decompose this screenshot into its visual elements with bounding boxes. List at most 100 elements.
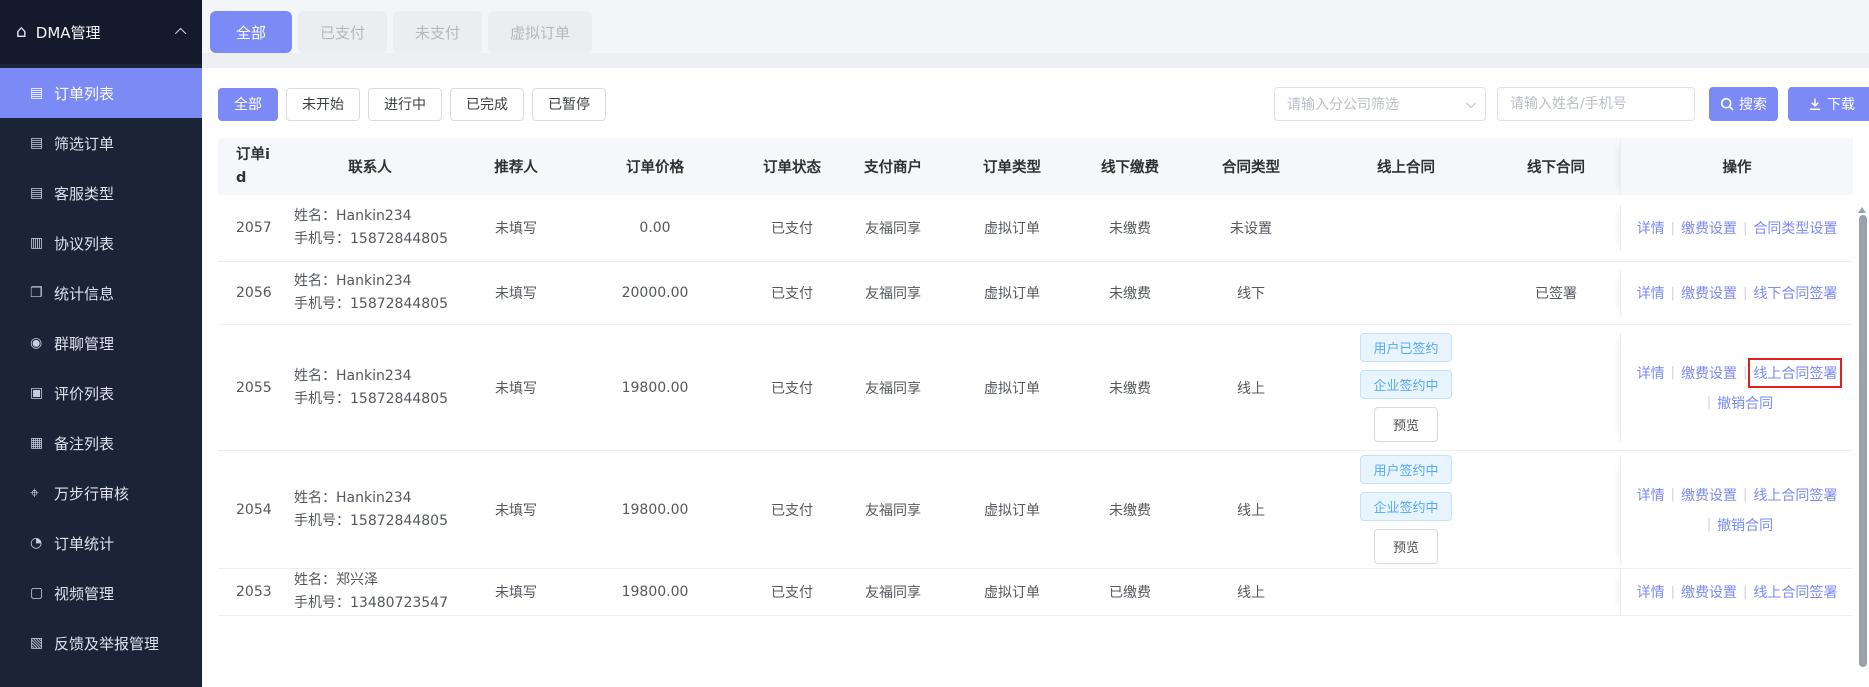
sidebar-item[interactable]: 视频管理: [0, 568, 202, 618]
sidebar-item-icon: [30, 186, 54, 200]
tab[interactable]: 未支付: [393, 11, 483, 53]
content-panel: 全部 未开始 进行中 已完成 已暂停 请输入分公司筛选 搜索: [202, 68, 1869, 687]
sidebar-item-label: 协议列表: [54, 234, 115, 253]
contact-name: 姓名：Hankin234: [294, 367, 412, 384]
sidebar-item[interactable]: 统计信息: [0, 268, 202, 318]
preview-button[interactable]: 预览: [1373, 529, 1438, 564]
chevron-down-icon: [1465, 97, 1476, 108]
cell-referrer: 未填写: [495, 585, 537, 601]
sidebar-item-label: 反馈及举报管理: [54, 634, 160, 653]
filter-button[interactable]: 已完成: [450, 87, 524, 121]
sidebar-menu: 订单列表 筛选订单 客服类型 协议列表 统计信息: [0, 64, 202, 687]
main-content: 全部 已支付 未支付 虚拟订单 全部 未开始 进行中 已完成 已暂停 请输入分公…: [202, 0, 1869, 687]
cell-order-type: 虚拟订单: [984, 585, 1040, 601]
cell-actions: 详情 | 缴费设置 |: [1633, 283, 1842, 303]
cell-offline-pay: 未缴费: [1109, 502, 1151, 519]
sidebar-item[interactable]: 群聊管理: [0, 318, 202, 368]
action-separator: |: [1670, 584, 1675, 600]
sidebar-item[interactable]: 筛选订单: [0, 118, 202, 168]
cell-offline-pay: 已缴费: [1109, 585, 1151, 601]
action-link[interactable]: 详情: [1637, 582, 1665, 602]
sidebar-item-label: 订单统计: [54, 534, 115, 553]
sidebar: ⌂ DMA管理 订单列表 筛选订单 客服类型 协议列表: [0, 0, 202, 687]
download-button[interactable]: 下载: [1788, 87, 1869, 121]
action-link[interactable]: 详情: [1637, 363, 1665, 383]
tab[interactable]: 虚拟订单: [488, 11, 593, 53]
tab[interactable]: 全部: [210, 11, 293, 53]
action-link[interactable]: 缴费设置: [1681, 283, 1737, 303]
tab-label: 未支付: [415, 23, 461, 42]
contact-phone: 手机号：15872844805: [294, 512, 448, 529]
vertical-scrollbar[interactable]: [1859, 215, 1867, 667]
filter-button[interactable]: 已暂停: [532, 87, 606, 121]
cell-order-id: 2055: [236, 379, 272, 396]
column-header-order-id: 订单id: [236, 147, 270, 186]
filter-button[interactable]: 未开始: [286, 87, 360, 121]
cell-offline-contract: 已签署: [1535, 286, 1577, 302]
sidebar-item[interactable]: 客服类型: [0, 168, 202, 218]
action-link[interactable]: 缴费设置: [1681, 582, 1737, 602]
sidebar-item-icon: [30, 586, 54, 600]
sidebar-item[interactable]: 评价列表: [0, 368, 202, 418]
cell-actions: 详情 | 缴费设置 |: [1633, 582, 1842, 602]
action-link[interactable]: 缴费设置: [1681, 363, 1737, 383]
sidebar-item[interactable]: 反馈及举报管理: [0, 618, 202, 668]
action-link[interactable]: 线上合同签署: [1753, 582, 1837, 602]
action-link[interactable]: 缴费设置: [1681, 218, 1737, 238]
action-separator: |: [1706, 395, 1712, 410]
cell-referrer: 未填写: [495, 380, 537, 397]
column-header-offline-contract: 线下合同: [1527, 160, 1585, 176]
filter-button[interactable]: 全部: [218, 87, 278, 121]
cell-price: 19800.00: [621, 379, 689, 396]
action-item: | 线上合同签署: [1737, 485, 1837, 505]
sidebar-header[interactable]: ⌂ DMA管理: [0, 0, 202, 64]
action-link[interactable]: 详情: [1637, 218, 1665, 238]
cell-contact: 姓名：Hankin234 手机号：15872844805: [294, 365, 456, 411]
action-separator: |: [1743, 285, 1748, 301]
action-item: | 线上合同签署: [1737, 357, 1843, 388]
toolbar: 全部 未开始 进行中 已完成 已暂停 请输入分公司筛选 搜索: [202, 87, 1869, 121]
sidebar-item-icon: [30, 636, 54, 650]
name-phone-input[interactable]: [1497, 87, 1695, 121]
cell-referrer: 未填写: [495, 502, 537, 519]
filter-button[interactable]: 进行中: [368, 87, 442, 121]
sidebar-item[interactable]: [0, 668, 202, 687]
action-link[interactable]: 合同类型设置: [1753, 218, 1837, 238]
sidebar-item[interactable]: 万步行审核: [0, 468, 202, 518]
sidebar-item[interactable]: 备注列表: [0, 418, 202, 468]
cell-order-id: 2054: [236, 501, 272, 518]
top-tabs: 全部 已支付 未支付 虚拟订单: [202, 0, 1869, 53]
action-link[interactable]: 撤销合同: [1717, 515, 1773, 535]
cell-online-contract: 用户已签约 企业签约中 预览: [1320, 333, 1492, 442]
action-link[interactable]: 线上合同签署: [1748, 357, 1843, 388]
contact-phone: 手机号：15872844805: [294, 390, 448, 407]
tab[interactable]: 已支付: [298, 11, 388, 53]
sidebar-item[interactable]: 订单列表: [0, 68, 202, 118]
action-item: | 线上合同签署: [1737, 582, 1837, 602]
cell-contract-type: 线下: [1237, 286, 1265, 302]
action-item: 详情: [1637, 218, 1665, 238]
action-item: 详情: [1637, 363, 1665, 383]
action-link[interactable]: 详情: [1637, 283, 1665, 303]
chevron-up-icon[interactable]: [174, 27, 187, 40]
action-link[interactable]: 撤销合同: [1717, 393, 1773, 413]
cell-merchant: 友福同享: [865, 286, 921, 302]
action-link[interactable]: 线上合同签署: [1753, 485, 1837, 505]
action-link[interactable]: 线下合同签署: [1753, 283, 1837, 303]
scrollbar-arrow-icon[interactable]: [1858, 203, 1866, 213]
cell-order-type: 虚拟订单: [984, 286, 1040, 302]
action-item: | 缴费设置: [1665, 485, 1737, 505]
search-button-label: 搜索: [1739, 97, 1767, 113]
home-icon: ⌂: [16, 21, 27, 42]
action-item: | 撤销合同: [1701, 515, 1773, 535]
action-link[interactable]: 缴费设置: [1681, 485, 1737, 505]
company-filter-select[interactable]: 请输入分公司筛选: [1274, 87, 1486, 121]
search-button[interactable]: 搜索: [1709, 87, 1778, 121]
sidebar-item[interactable]: 协议列表: [0, 218, 202, 268]
sidebar-item[interactable]: 订单统计: [0, 518, 202, 568]
preview-button[interactable]: 预览: [1373, 407, 1438, 442]
action-link[interactable]: 详情: [1637, 485, 1665, 505]
contract-badges: 用户已签约 企业签约中: [1360, 333, 1452, 399]
action-item: | 线下合同签署: [1737, 283, 1837, 303]
contact-name: 姓名：Hankin234: [294, 273, 412, 289]
